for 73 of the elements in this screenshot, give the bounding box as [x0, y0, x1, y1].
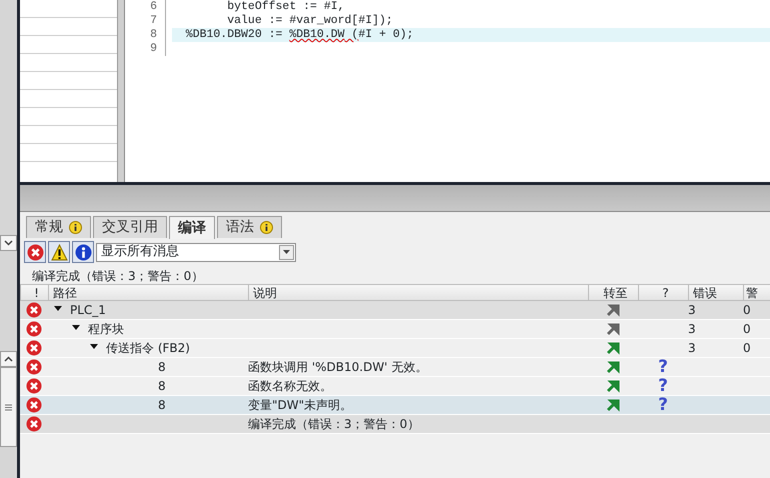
tab[interactable]: 语法: [217, 216, 282, 238]
error-count: 3: [688, 322, 696, 336]
error-icon: [26, 321, 42, 337]
warning-filter-button[interactable]: [48, 241, 70, 263]
help-link[interactable]: ?: [658, 396, 668, 414]
tab[interactable]: 常规: [26, 216, 91, 238]
help-link[interactable]: ?: [658, 358, 668, 376]
line-number: 6: [149, 0, 158, 14]
table-row[interactable]: PLC_1 3 0: [20, 301, 770, 320]
code-line: byteOffset := #I,: [226, 0, 346, 14]
table-row[interactable]: 8 变量"DW"未声明。 ?: [20, 396, 770, 415]
description-cell: 变量"DW"未声明。: [248, 398, 352, 412]
help-link[interactable]: ?: [658, 378, 668, 394]
path-cell-text: 8: [158, 397, 166, 414]
arrow-icon[interactable]: [606, 379, 620, 393]
line-number: 7: [149, 14, 158, 28]
scroll-down-button[interactable]: [0, 235, 17, 251]
warning-count: 0: [743, 341, 751, 355]
caret-down-icon: [283, 250, 290, 254]
warning-count: 0: [743, 322, 751, 336]
description-cell: 函数块调用 '%DB10.DW' 无效。: [248, 360, 428, 374]
code-line: value := #var_word[#I]);: [226, 14, 394, 28]
error-count: 3: [688, 341, 696, 355]
column-header: 路径: [48, 285, 248, 300]
arrow-icon[interactable]: [606, 360, 620, 374]
arrow-icon[interactable]: [606, 322, 620, 336]
grip-icon: [5, 404, 12, 410]
scroll-up-button[interactable]: [0, 351, 17, 367]
arrow-icon[interactable]: [606, 398, 620, 412]
description-cell: 编译完成（错误：3；警告：0）: [248, 417, 420, 431]
column-header: 说明: [248, 285, 588, 300]
path-cell-text: 传送指令 (FB2): [106, 340, 190, 357]
info-icon: [69, 221, 82, 234]
tab[interactable]: 编译: [169, 216, 215, 239]
chevron-up-icon: [4, 356, 13, 362]
table-row[interactable]: 8 函数块调用 '%DB10.DW' 无效。 ?: [20, 358, 770, 377]
warning-count: 0: [743, 303, 751, 317]
arrow-icon[interactable]: [606, 341, 620, 355]
error-icon: [26, 340, 42, 356]
error-icon: [26, 244, 44, 260]
error-icon: [26, 359, 42, 375]
column-header: 转至: [588, 285, 638, 300]
tab[interactable]: 交叉引用: [93, 216, 167, 238]
error-count: 3: [688, 303, 696, 317]
message-filter-dropdown[interactable]: 显示所有消息: [96, 242, 296, 262]
table-row[interactable]: 传送指令 (FB2) 3 0: [20, 339, 770, 358]
column-header: 警: [743, 285, 763, 300]
arrow-icon[interactable]: [606, 303, 620, 317]
chevron-down-icon: [4, 240, 13, 246]
path-cell-text: 程序块: [88, 321, 124, 338]
path-cell-text: 8: [158, 378, 166, 395]
error-filter-button[interactable]: [24, 241, 46, 263]
table-row[interactable]: 程序块 3 0: [20, 320, 770, 339]
path-cell-text: 8: [158, 359, 166, 376]
info-filter-button[interactable]: [72, 241, 94, 263]
info-icon: [74, 244, 92, 260]
line-number: 8: [149, 28, 158, 42]
column-header: !: [20, 285, 48, 300]
table-row[interactable]: 编译完成（错误：3；警告：0）: [20, 415, 770, 434]
error-icon: [26, 302, 42, 318]
error-icon: [26, 378, 42, 394]
column-header: 错误: [688, 285, 743, 300]
column-header: ?: [638, 285, 688, 300]
compile-summary: 编译完成（错误：3；警告：0）: [31, 268, 204, 284]
info-icon: [260, 221, 273, 234]
description-cell: 函数名称无效。: [248, 379, 332, 393]
scrollbar[interactable]: [118, 0, 125, 182]
warning-icon: [50, 244, 68, 260]
error-icon: [26, 397, 42, 413]
scrollbar-thumb[interactable]: [0, 367, 17, 447]
path-cell-text: PLC_1: [70, 302, 106, 319]
line-number: 9: [149, 42, 158, 56]
error-icon: [26, 416, 42, 432]
